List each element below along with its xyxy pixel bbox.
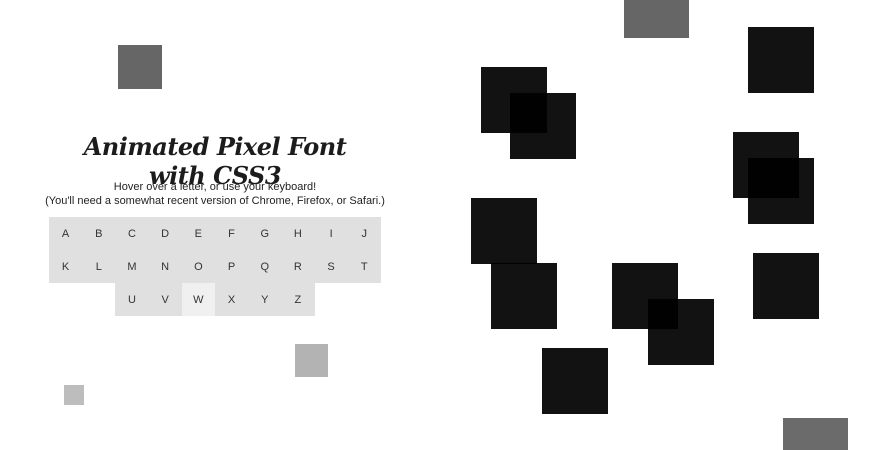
key-y[interactable]: Y <box>248 283 282 316</box>
key-c[interactable]: C <box>115 217 149 250</box>
key-b[interactable]: B <box>82 217 116 250</box>
key-j[interactable]: J <box>347 217 381 250</box>
decorative-square <box>295 344 328 377</box>
decorative-square <box>624 0 689 38</box>
instructions-line-2: (You'll need a somewhat recent version o… <box>45 195 385 207</box>
decorative-square <box>783 418 848 450</box>
key-o[interactable]: O <box>181 250 215 283</box>
key-a[interactable]: A <box>49 217 83 250</box>
key-n[interactable]: N <box>148 250 182 283</box>
instructions: Hover over a letter, or use your keyboar… <box>30 180 400 208</box>
key-i[interactable]: I <box>314 217 348 250</box>
keyboard-row-1: A B C D E F G H I J <box>49 217 381 250</box>
key-s[interactable]: S <box>314 250 348 283</box>
key-h[interactable]: H <box>281 217 315 250</box>
key-x[interactable]: X <box>214 283 249 316</box>
key-m[interactable]: M <box>115 250 149 283</box>
key-p[interactable]: P <box>214 250 249 283</box>
instructions-line-1: Hover over a letter, or use your keyboar… <box>113 181 317 193</box>
key-f[interactable]: F <box>214 217 249 250</box>
key-d[interactable]: D <box>148 217 182 250</box>
key-z[interactable]: Z <box>281 283 315 316</box>
letter-pixel <box>471 198 537 264</box>
letter-pixel <box>510 93 576 159</box>
letter-pixel <box>648 299 714 365</box>
key-r[interactable]: R <box>281 250 315 283</box>
key-k[interactable]: K <box>49 250 83 283</box>
letter-pixel <box>748 27 814 93</box>
key-e[interactable]: E <box>181 217 215 250</box>
key-g[interactable]: G <box>248 217 282 250</box>
key-u[interactable]: U <box>115 283 149 316</box>
key-v[interactable]: V <box>148 283 182 316</box>
decorative-square <box>118 45 162 89</box>
letter-pixel <box>542 348 608 414</box>
key-l[interactable]: L <box>82 250 116 283</box>
letter-pixel <box>753 253 819 319</box>
key-t[interactable]: T <box>347 250 381 283</box>
keyboard-row-3: U V W X Y Z <box>115 283 315 316</box>
letter-pixel <box>748 158 814 224</box>
keyboard-row-2: K L M N O P Q R S T <box>49 250 381 283</box>
pixel-font-demo: Animated Pixel Font with CSS3 Hover over… <box>0 0 870 450</box>
decorative-square <box>64 385 84 405</box>
letter-pixel <box>491 263 557 329</box>
key-w[interactable]: W <box>181 283 215 316</box>
key-q[interactable]: Q <box>248 250 282 283</box>
